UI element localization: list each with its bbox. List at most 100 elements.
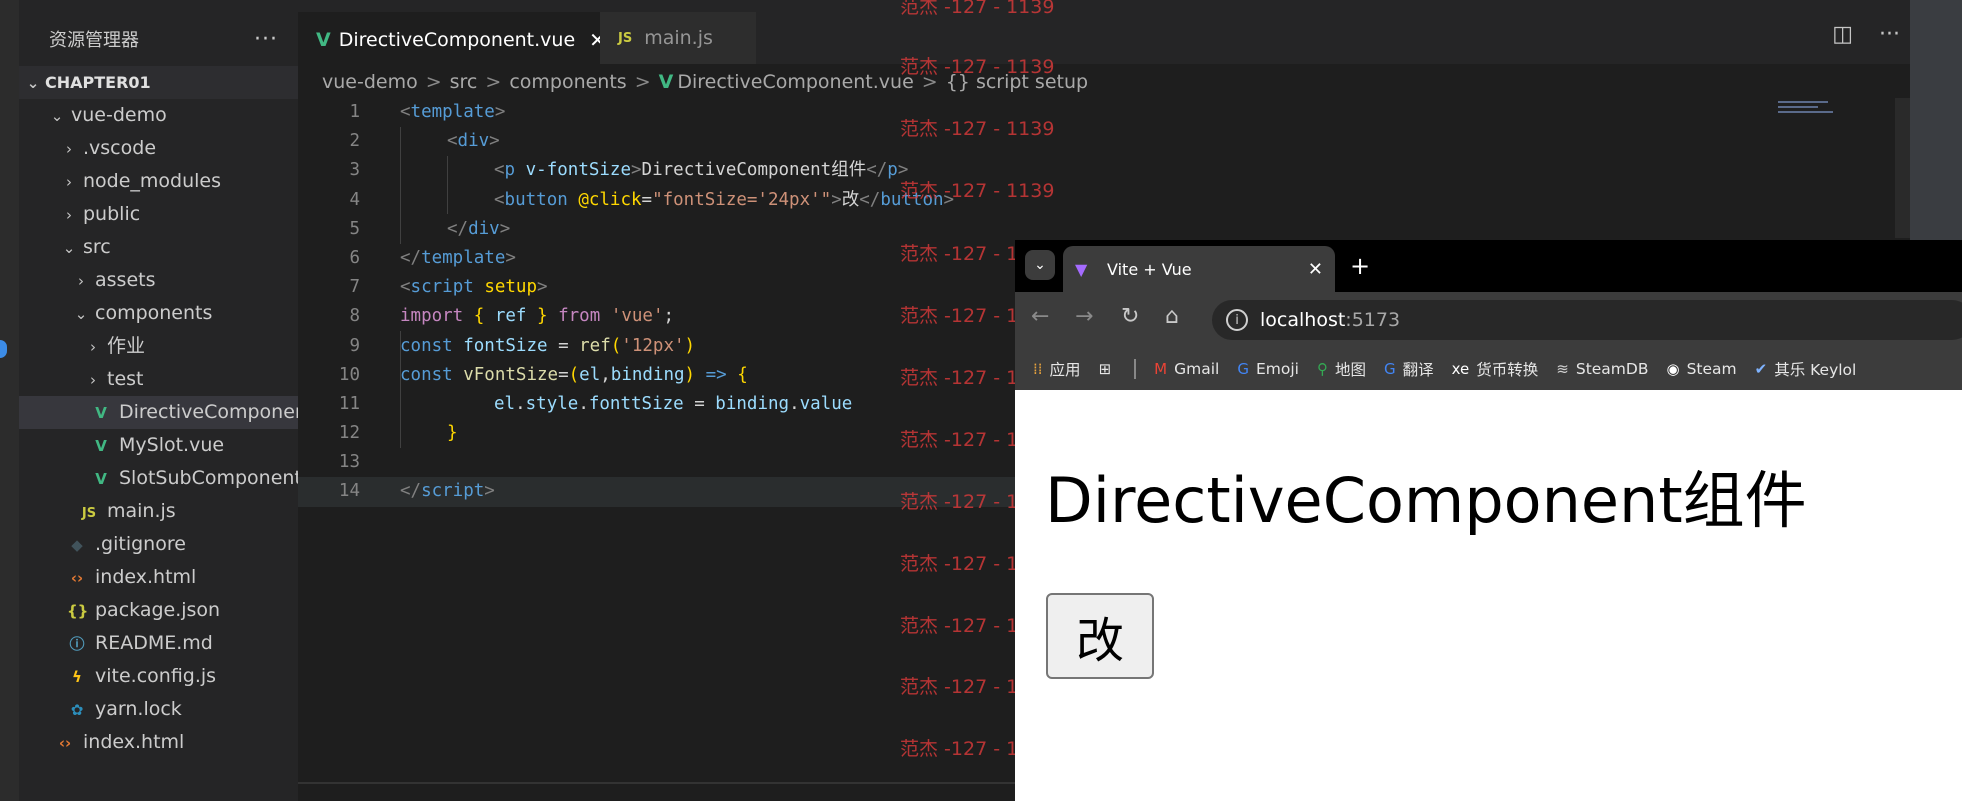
xe-icon: xe <box>1451 360 1470 378</box>
tree-label: public <box>83 203 141 225</box>
line-number: 11 <box>338 393 360 414</box>
tree-file[interactable]: V DirectiveComponent... <box>19 396 298 429</box>
code-text: const fontSize = ref('12px') <box>400 335 696 356</box>
explorer-section-header[interactable]: ⌄ CHAPTER01 <box>19 66 298 99</box>
bookmark-item[interactable]: ≋ SteamDB <box>1556 360 1648 378</box>
change-font-button[interactable]: 改 <box>1046 593 1154 679</box>
tab-label: DirectiveComponent.vue <box>338 29 576 51</box>
section-label: CHAPTER01 <box>45 73 151 92</box>
tree-label: DirectiveComponent... <box>119 401 298 423</box>
vertical-scrollbar[interactable] <box>1895 98 1910 238</box>
bookmark-item[interactable]: ⁞⁞ 应用 <box>1033 358 1081 380</box>
breadcrumb-item[interactable]: components <box>509 71 626 93</box>
code-line: 7 <script setup> <box>298 273 1018 302</box>
tree-file[interactable]: {} package.json <box>19 594 298 627</box>
bookmark-label: 其乐 Keylol <box>1774 361 1857 379</box>
chevron-down-icon: ⌄ <box>62 239 76 257</box>
bookmark-item[interactable]: ⊞ <box>1099 360 1119 378</box>
tree-folder[interactable]: › .vscode <box>19 132 298 165</box>
breadcrumb-item[interactable]: vue-demo <box>322 71 418 93</box>
tree-folder[interactable]: ⌄ components <box>19 297 298 330</box>
bookmark-label: 货币转换 <box>1476 361 1539 379</box>
forward-icon[interactable]: → <box>1075 304 1093 329</box>
breadcrumb-item[interactable]: src <box>450 71 478 93</box>
tree-folder[interactable]: ⌄ src <box>19 231 298 264</box>
html-file-icon: ‹› <box>58 734 72 752</box>
browser-tab-title: Vite + Vue <box>1107 259 1192 279</box>
chevron-right-icon: > <box>425 71 442 93</box>
tree-file[interactable]: JS main.js <box>19 495 298 528</box>
tree-folder[interactable]: › assets <box>19 264 298 297</box>
activity-indicator <box>0 340 7 358</box>
chevron-right-icon: › <box>66 173 72 191</box>
steamdb-icon: ≋ <box>1556 360 1569 378</box>
yarn-file-icon: ✿ <box>70 701 84 719</box>
bookmark-item[interactable]: M Gmail <box>1154 360 1219 378</box>
editor-actions: ◫ ··· <box>1832 22 1900 47</box>
json-file-icon: {} <box>67 602 89 620</box>
chevron-right-icon: > <box>485 71 502 93</box>
tab-directive-component[interactable]: V DirectiveComponent.vue ✕ <box>298 12 624 66</box>
vue-file-icon: V <box>95 437 107 455</box>
tree-folder[interactable]: › node_modules <box>19 165 298 198</box>
watermark-text: 范杰 -127 - 1139 <box>900 56 1055 78</box>
chevron-right-icon: › <box>90 338 96 356</box>
watermark-text: 范杰 -127 - 1139 <box>900 118 1055 140</box>
bookmark-item[interactable]: xe 货币转换 <box>1452 358 1539 380</box>
site-info-icon[interactable]: i <box>1226 309 1248 331</box>
code-text: const vFontSize=(el,binding) => { <box>400 364 748 385</box>
minimap[interactable] <box>1778 98 1838 128</box>
tree-label: node_modules <box>83 170 222 192</box>
tree-label: components <box>95 302 213 324</box>
tree-file[interactable]: ‹› index.html <box>19 726 298 759</box>
more-actions-icon[interactable]: ··· <box>1879 22 1900 47</box>
tab-search-icon[interactable]: ⌄ <box>1025 250 1055 280</box>
reload-icon[interactable]: ↻ <box>1121 304 1139 329</box>
bookmark-item[interactable]: G Emoji <box>1237 360 1299 378</box>
tree-file[interactable]: ‹› index.html <box>19 561 298 594</box>
horizontal-scrollbar[interactable] <box>298 782 1018 784</box>
editor-tab-bar: V DirectiveComponent.vue ✕ JS main.js ◫ … <box>298 0 1910 66</box>
bookmark-label: 地图 <box>1334 361 1366 379</box>
bookmark-item[interactable]: ◉ Steam <box>1666 360 1736 378</box>
line-number: 1 <box>349 102 360 122</box>
tree-file[interactable]: ✿ yarn.lock <box>19 693 298 726</box>
tree-folder[interactable]: › 作业 <box>19 330 298 363</box>
line-number: 4 <box>349 189 360 210</box>
tree-file[interactable]: ϟ vite.config.js <box>19 660 298 693</box>
vue-file-icon: V <box>95 470 107 488</box>
chevron-right-icon: › <box>78 272 84 290</box>
tree-label: assets <box>95 269 156 291</box>
bookmark-item[interactable]: G 翻译 <box>1384 358 1434 380</box>
vue-file-icon: V <box>658 71 674 93</box>
tree-folder[interactable]: › public <box>19 198 298 231</box>
bookmark-item[interactable]: ⚲ 地图 <box>1317 358 1366 380</box>
tree-folder[interactable]: ⌄ vue-demo <box>19 99 298 132</box>
tab-main-js[interactable]: JS main.js <box>600 12 756 64</box>
tree-label: SlotSubComponent.... <box>119 467 298 489</box>
bookmark-item[interactable]: ✔ 其乐 Keylol <box>1755 358 1857 380</box>
split-editor-icon[interactable]: ◫ <box>1832 22 1853 47</box>
close-icon[interactable]: ✕ <box>1308 259 1323 280</box>
tree-file[interactable]: V MySlot.vue <box>19 429 298 462</box>
browser-tab[interactable]: ▼ Vite + Vue ✕ <box>1063 246 1335 292</box>
line-number: 5 <box>349 218 360 239</box>
line-number: 14 <box>338 481 360 502</box>
info-file-icon: ⓘ <box>69 635 85 653</box>
html-file-icon: ‹› <box>70 569 84 587</box>
tree-file[interactable]: ◆ .gitignore <box>19 528 298 561</box>
bookmark-label: Emoji <box>1255 360 1299 378</box>
more-actions-icon[interactable]: ··· <box>254 27 278 52</box>
bookmark-label: Steam <box>1686 360 1737 378</box>
tree-file[interactable]: ⓘ README.md <box>19 627 298 660</box>
url-port: :5173 <box>1345 309 1401 331</box>
chevron-right-icon: › <box>90 371 96 389</box>
new-tab-button[interactable]: + <box>1350 252 1370 280</box>
breadcrumb-item[interactable]: DirectiveComponent.vue <box>677 71 913 93</box>
tree-folder[interactable]: › test <box>19 363 298 396</box>
maps-icon: ⚲ <box>1316 360 1328 378</box>
address-bar[interactable]: i localhost:5173 <box>1212 300 1962 340</box>
home-icon[interactable]: ⌂ <box>1165 304 1179 329</box>
back-icon[interactable]: ← <box>1031 304 1049 329</box>
tree-file[interactable]: V SlotSubComponent.... <box>19 462 298 495</box>
